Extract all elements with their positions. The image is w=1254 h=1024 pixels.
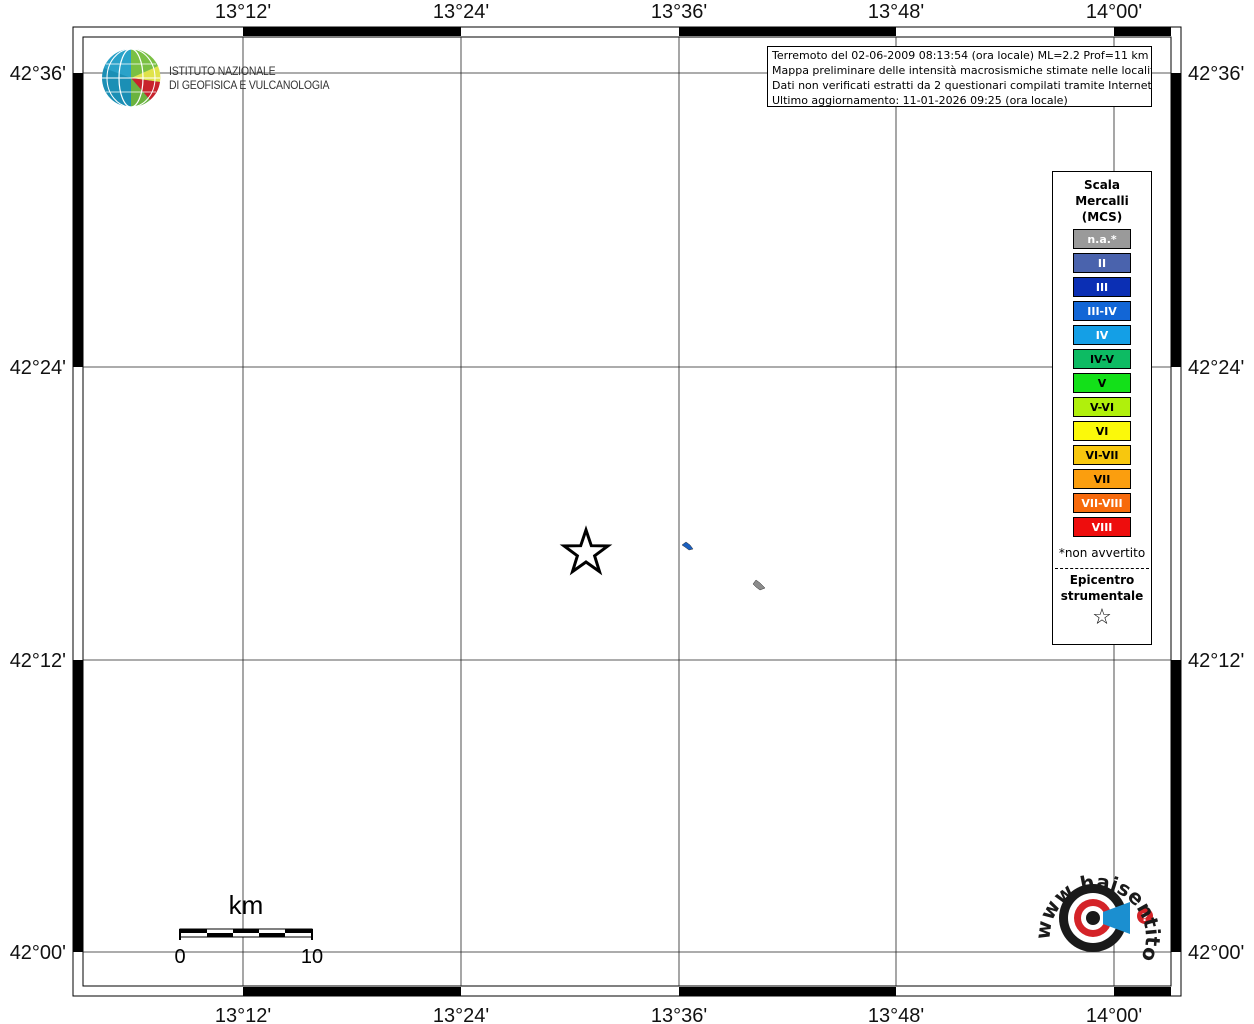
earthquake-info-box: Terremoto del 02-06-2009 08:13:54 (ora l…	[767, 46, 1152, 107]
legend-item: II	[1073, 253, 1131, 273]
lon-label-top-5: 14°00'	[1086, 1, 1142, 23]
lon-label-top-1: 13°12'	[215, 1, 271, 23]
bottom-graduation-bar	[243, 987, 1171, 996]
legend-item: VI-VII	[1073, 445, 1131, 465]
institute-name: ISTITUTO NAZIONALE DI GEOFISICA E VULCAN…	[169, 65, 330, 94]
institute-name-line2: DI GEOFISICA E VULCANOLOGIA	[169, 79, 330, 93]
lon-label-bottom-3: 13°36'	[651, 1005, 707, 1024]
info-line-1: Terremoto del 02-06-2009 08:13:54 (ora l…	[772, 49, 1149, 62]
legend-item: VII-VIII	[1073, 493, 1131, 513]
lat-label-right-1: 42°36'	[1188, 63, 1244, 85]
legend-item: V	[1073, 373, 1131, 393]
lat-label-left-4: 42°00'	[10, 942, 66, 964]
lat-label-left-3: 42°12'	[10, 650, 66, 672]
left-graduation-bar	[73, 73, 83, 952]
lon-label-top-2: 13°24'	[433, 1, 489, 23]
legend-note: *non avvertito	[1058, 546, 1146, 560]
ingv-logo-icon	[102, 48, 161, 108]
top-graduation-bar	[243, 27, 1171, 36]
lon-label-bottom-1: 13°12'	[215, 1005, 271, 1024]
scale-bar-start-label: 0	[174, 946, 185, 968]
lat-label-right-2: 42°24'	[1188, 357, 1244, 379]
legend-item: III	[1073, 277, 1131, 297]
right-graduation-bar	[1171, 73, 1181, 952]
lat-label-left-1: 42°36'	[10, 63, 66, 85]
lon-label-top-3: 13°36'	[651, 1, 707, 23]
lon-label-bottom-2: 13°24'	[433, 1005, 489, 1024]
legend-item: VIII	[1073, 517, 1131, 537]
legend-item: IV-V	[1073, 349, 1131, 369]
lon-label-bottom-4: 13°48'	[868, 1005, 924, 1024]
info-line-4: Ultimo aggiornamento: 11-01-2026 09:25 (…	[772, 94, 1068, 107]
institute-name-line1: ISTITUTO NAZIONALE	[169, 65, 276, 79]
legend-title-line2: Mercalli	[1075, 194, 1129, 208]
lat-label-right-4: 42°00'	[1188, 942, 1244, 964]
legend-item: VII	[1073, 469, 1131, 489]
lon-label-bottom-5: 14°00'	[1086, 1005, 1142, 1024]
legend-item: V-VI	[1073, 397, 1131, 417]
legend-item: IV	[1073, 325, 1131, 345]
legend-epicenter: Epicentro strumentale ☆	[1053, 572, 1151, 632]
scale-bar-end-label: 10	[301, 946, 323, 968]
mercalli-legend: Scala Mercalli (MCS) n.a.* II III III-IV IV I…	[1052, 171, 1152, 645]
legend-title: Scala Mercalli (MCS)	[1053, 177, 1151, 225]
lat-label-left-2: 42°24'	[10, 357, 66, 379]
legend-item: n.a.*	[1073, 229, 1131, 249]
info-line-3: Dati non verificati estratti da 2 questi…	[772, 79, 1152, 92]
legend-divider	[1055, 568, 1149, 569]
legend-epicenter-line1: Epicentro	[1069, 573, 1135, 587]
lat-label-right-3: 42°12'	[1188, 650, 1244, 672]
map-area	[82, 36, 1172, 987]
legend-title-line3: (MCS)	[1081, 210, 1123, 224]
legend-star-icon: ☆	[1092, 605, 1112, 630]
legend-epicenter-line2: strumentale	[1060, 589, 1144, 603]
legend-item: VI	[1073, 421, 1131, 441]
info-line-2: Mappa preliminare delle intensità macros…	[772, 64, 1152, 77]
legend-title-line1: Scala	[1083, 178, 1121, 192]
legend-item: III-IV	[1073, 301, 1131, 321]
scale-bar-title: km	[229, 890, 264, 920]
lon-label-top-4: 13°48'	[868, 1, 924, 23]
